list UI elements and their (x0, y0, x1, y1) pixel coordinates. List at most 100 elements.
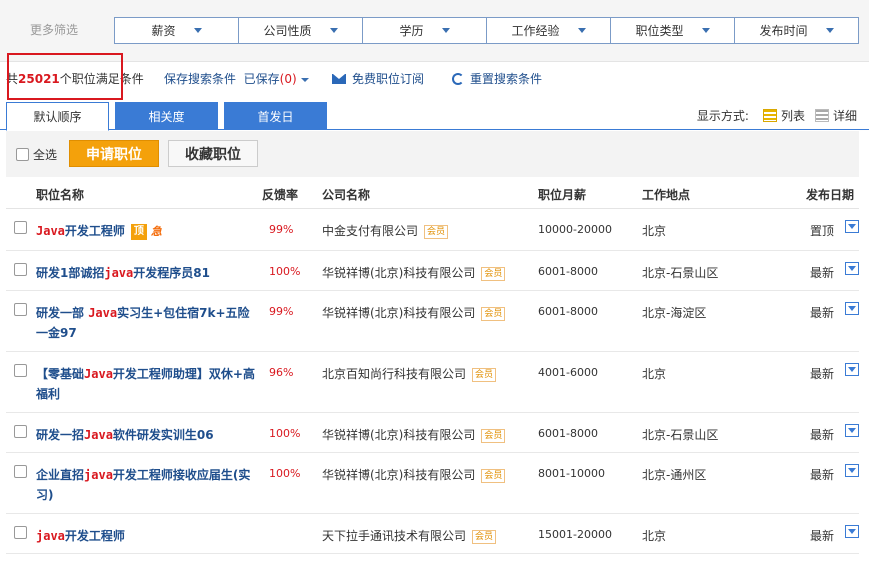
company-link[interactable]: 华锐祥博(北京)科技有限公司 会员 (322, 264, 506, 281)
list-view-option[interactable]: 列表 (781, 107, 805, 124)
expand-row-icon[interactable] (845, 525, 859, 538)
expand-row-icon[interactable] (845, 363, 859, 376)
row-checkbox[interactable] (14, 221, 27, 234)
col-post-date: 发布日期 (806, 188, 855, 202)
table-row: Java开发工程师顶急 99% 中金支付有限公司 会员 10000-20000 北京 置顶 (6, 209, 859, 251)
tab-first-post[interactable]: 首发日 (224, 102, 327, 130)
filter-experience[interactable]: 工作经验 (487, 18, 611, 43)
post-date: 最新 (810, 306, 835, 320)
filter-education[interactable]: 学历 (363, 18, 487, 43)
select-all-checkbox[interactable] (16, 148, 29, 161)
company-link[interactable]: 中金支付有限公司 会员 (322, 222, 449, 239)
chevron-down-icon (441, 28, 450, 33)
location: 北京-海淀区 (642, 306, 707, 320)
table-row: 研发一部 Java实习生+包住宿7k+五险一金97 99% 华锐祥博(北京)科技有限… (6, 291, 859, 352)
row-checkbox[interactable] (14, 364, 27, 377)
vip-badge: 会员 (481, 306, 506, 321)
post-date: 最新 (810, 367, 835, 381)
select-all[interactable]: 全选 (16, 146, 57, 163)
job-title-link[interactable]: 研发1部诚招java开发程序员81 (36, 263, 261, 283)
location: 北京-石景山区 (642, 266, 719, 280)
feedback-rate: 99% (269, 305, 294, 318)
expand-row-icon[interactable] (845, 464, 859, 477)
vip-badge: 会员 (472, 529, 497, 544)
reset-search-link[interactable]: 重置搜索条件 (452, 70, 542, 87)
saved-count: (0) (279, 72, 297, 86)
expand-row-icon[interactable] (845, 262, 859, 275)
chevron-down-icon (701, 28, 710, 33)
table-row: 企业直招java开发工程师接收应届生(实习) 100% 华锐祥博(北京)科技有限公司… (6, 453, 859, 514)
expand-row-icon[interactable] (845, 424, 859, 437)
filter-company-type[interactable]: 公司性质 (239, 18, 363, 43)
location: 北京 (642, 224, 667, 238)
company-link[interactable]: 华锐祥博(北京)科技有限公司 会员 (322, 466, 506, 483)
table-header: 职位名称 反馈率 公司名称 职位月薪 工作地点 发布日期 (6, 177, 859, 209)
post-date: 置顶 (810, 224, 835, 238)
tab-relevance[interactable]: 相关度 (115, 102, 218, 130)
location: 北京-通州区 (642, 468, 707, 482)
location: 北京 (642, 367, 667, 381)
table-row: 研发1部诚招java开发程序员81 100% 华锐祥博(北京)科技有限公司 会员 600… (6, 251, 859, 291)
company-link[interactable]: 北京百知尚行科技有限公司 会员 (322, 365, 497, 382)
job-title-link[interactable]: Java开发工程师顶急 (36, 221, 261, 242)
save-search-link[interactable]: 保存搜索条件 已保存(0) (164, 70, 309, 87)
job-title-link[interactable]: java开发工程师 (36, 526, 261, 546)
chevron-down-icon (300, 77, 309, 82)
company-link[interactable]: 华锐祥博(北京)科技有限公司 会员 (322, 304, 506, 321)
subscribe-link[interactable]: 免费职位订阅 (332, 70, 424, 87)
table-row: java开发工程师 天下拉手通讯技术有限公司 会员 15001-20000 北京 最新 (6, 514, 859, 554)
more-filters-label: 更多筛选 (30, 23, 79, 37)
result-count-number: 25021 (18, 72, 60, 86)
row-checkbox[interactable] (14, 263, 27, 276)
filter-bar: 更多筛选 薪资 公司性质 学历 工作经验 职位类型 发布时间 (0, 0, 869, 62)
post-date: 最新 (810, 428, 835, 442)
vip-badge: 会员 (481, 468, 506, 483)
vip-badge: 会员 (472, 367, 497, 382)
filter-job-type[interactable]: 职位类型 (611, 18, 735, 43)
top-badge: 顶 (130, 223, 147, 240)
job-title-link[interactable]: 企业直招java开发工程师接收应届生(实习) (36, 465, 261, 505)
col-company: 公司名称 (322, 188, 371, 202)
job-title-link[interactable]: 【零基础Java开发工程师助理】双休+高福利 (36, 364, 261, 404)
apply-job-button[interactable]: 申请职位 (69, 140, 159, 167)
expand-row-icon[interactable] (845, 220, 859, 233)
post-date: 最新 (810, 468, 835, 482)
detail-view-option[interactable]: 详细 (833, 107, 857, 124)
location: 北京-石景山区 (642, 428, 719, 442)
salary: 6001-8000 (538, 265, 598, 278)
post-date: 最新 (810, 529, 835, 543)
salary: 6001-8000 (538, 305, 598, 318)
salary: 8001-10000 (538, 467, 605, 480)
feedback-rate: 100% (269, 467, 301, 480)
salary: 15001-20000 (538, 528, 612, 541)
row-checkbox[interactable] (14, 303, 27, 316)
company-link[interactable]: 天下拉手通讯技术有限公司 会员 (322, 527, 497, 544)
chevron-down-icon (577, 28, 586, 33)
vip-badge: 会员 (481, 266, 506, 281)
mail-icon (332, 73, 346, 84)
favorite-job-button[interactable]: 收藏职位 (168, 140, 258, 167)
tab-default-order[interactable]: 默认顺序 (6, 102, 109, 131)
list-view-icon[interactable] (762, 109, 777, 122)
job-title-link[interactable]: 研发一招Java软件研发实训生06 (36, 425, 261, 445)
feedback-rate: 100% (269, 427, 301, 440)
filter-post-time[interactable]: 发布时间 (735, 18, 858, 43)
company-link[interactable]: 华锐祥博(北京)科技有限公司 会员 (322, 426, 506, 443)
view-mode-label: 显示方式: (696, 109, 749, 123)
row-checkbox[interactable] (14, 526, 27, 539)
row-checkbox[interactable] (14, 465, 27, 478)
row-checkbox[interactable] (14, 425, 27, 438)
job-title-link[interactable]: 研发一部 Java实习生+包住宿7k+五险一金97 (36, 303, 261, 343)
vip-badge: 会员 (481, 428, 506, 443)
feedback-rate: 96% (269, 366, 294, 379)
salary: 10000-20000 (538, 223, 612, 236)
detail-view-icon[interactable] (814, 109, 829, 122)
table-row: 【零基础Java开发工程师助理】双休+高福利 96% 北京百知尚行科技有限公司 会员 4… (6, 352, 859, 413)
expand-row-icon[interactable] (845, 302, 859, 315)
filter-dropdown-group: 薪资 公司性质 学历 工作经验 职位类型 发布时间 (114, 17, 859, 44)
filter-salary[interactable]: 薪资 (115, 18, 239, 43)
table-row: 研发一招Java软件研发实训生06 100% 华锐祥博(北京)科技有限公司 会员 600… (6, 413, 859, 453)
chevron-down-icon (329, 28, 338, 33)
urgent-badge: 急 (150, 224, 162, 238)
col-feedback: 反馈率 (262, 188, 299, 202)
